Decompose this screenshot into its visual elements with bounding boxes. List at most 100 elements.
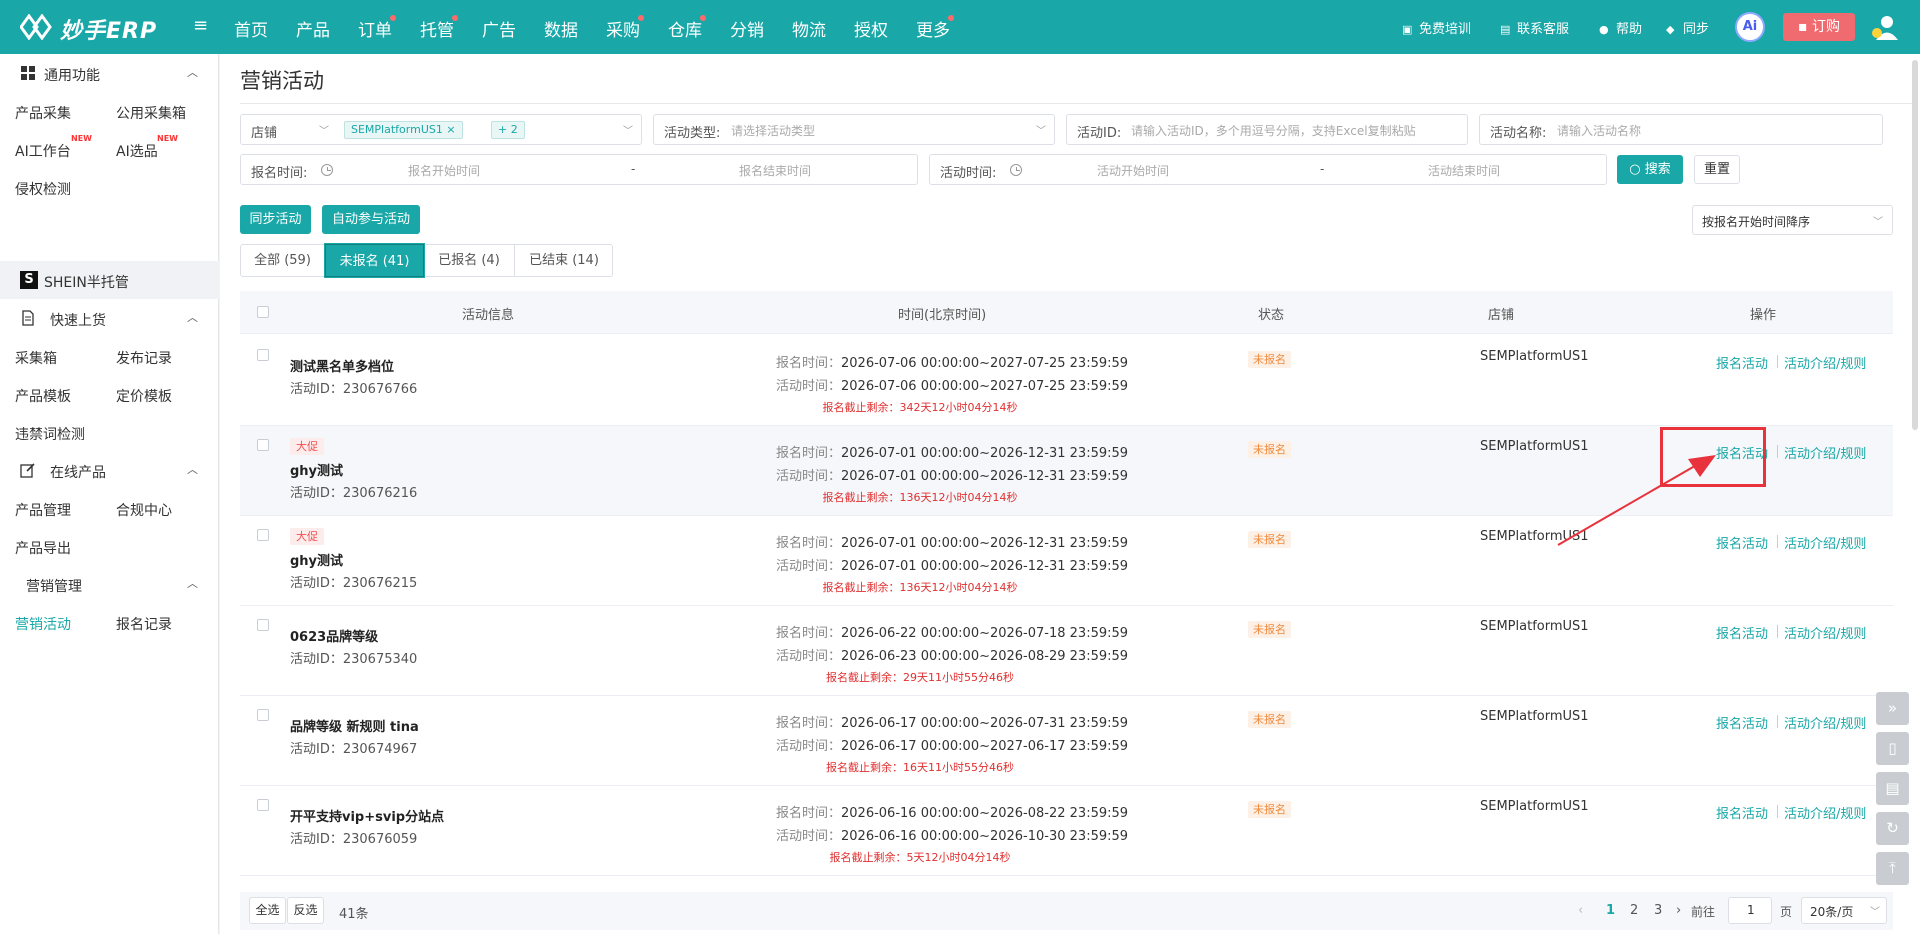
chevron-down-icon: ﹀ bbox=[1036, 126, 1046, 137]
nav-item-9[interactable]: 物流 bbox=[792, 16, 826, 41]
prev-page-icon[interactable]: ‹ bbox=[1578, 903, 1583, 918]
search-button[interactable]: ○ 搜索 bbox=[1617, 155, 1683, 184]
sidebar-group-general[interactable]: 通用功能 ︿ bbox=[0, 54, 219, 92]
row-checkbox[interactable] bbox=[257, 439, 269, 451]
signup-activity-link[interactable]: 报名活动 bbox=[1716, 713, 1768, 732]
sidebar-item-ai-select[interactable]: AI选品 NEW bbox=[116, 134, 178, 161]
clock-icon bbox=[1010, 164, 1022, 176]
activity-rules-link[interactable]: 活动介绍/规则 bbox=[1784, 533, 1866, 552]
sync-link[interactable]: ◆ 同步 bbox=[1666, 18, 1709, 37]
sidebar-item-banned-words[interactable]: 违禁词检测 bbox=[15, 424, 85, 444]
invert-selection-button[interactable]: 反选 bbox=[287, 897, 324, 924]
sidebar-group-quick-upload[interactable]: 快速上货 ︿ bbox=[0, 299, 219, 337]
free-training-link[interactable]: ▣ 免费培训 bbox=[1402, 18, 1471, 37]
signup-activity-link[interactable]: 报名活动 bbox=[1716, 353, 1768, 372]
sidebar-group-online-products[interactable]: 在线产品 ︿ bbox=[0, 451, 219, 489]
signup-time-range[interactable]: 报名时间: 报名开始时间 - 报名结束时间 bbox=[240, 154, 918, 185]
page-size-select[interactable]: 20条/页 ﹀ bbox=[1801, 897, 1887, 924]
pointer-arrow-icon bbox=[1557, 455, 1716, 546]
user-avatar-icon[interactable] bbox=[1871, 13, 1901, 43]
sidebar-item-campaigns[interactable]: 营销活动 bbox=[15, 614, 71, 634]
logo[interactable]: 妙手ERP bbox=[20, 10, 170, 44]
activity-rules-link[interactable]: 活动介绍/规则 bbox=[1784, 623, 1866, 642]
table-row: 测试黑名单多档位 活动ID：230676766 报名时间：2026-07-06 00… bbox=[240, 336, 1893, 426]
logo-text: 妙手ERP bbox=[60, 19, 158, 44]
nav-item-6[interactable]: 采购 bbox=[606, 15, 644, 41]
notes-icon[interactable]: ▤ bbox=[1876, 772, 1909, 805]
nav-item-4[interactable]: 广告 bbox=[482, 16, 516, 41]
activity-name-input[interactable]: 活动名称: 请输入活动名称 bbox=[1479, 114, 1883, 145]
chat-icon: ▤ bbox=[1500, 23, 1511, 36]
mobile-icon[interactable]: ▯ bbox=[1876, 732, 1909, 765]
help-link[interactable]: ● 帮助 bbox=[1599, 18, 1642, 37]
sidebar-item-collect-box[interactable]: 采集箱 bbox=[15, 348, 57, 368]
page-jump-input[interactable]: 1 bbox=[1728, 897, 1772, 924]
activity-id: 活动ID：230676216 bbox=[290, 486, 418, 501]
nav-item-2[interactable]: 订单 bbox=[358, 15, 396, 41]
next-page-icon[interactable]: › bbox=[1676, 903, 1681, 918]
sidebar-item-product-manage[interactable]: 产品管理 bbox=[15, 500, 71, 520]
sidebar-item-product-collect[interactable]: 产品采集 bbox=[15, 103, 71, 123]
shop-select[interactable]: 店铺 ﹀ SEMPlatformUS1 × + 2 ﹀ bbox=[240, 114, 642, 145]
sidebar-item-compliance[interactable]: 合规中心 bbox=[116, 500, 172, 520]
signup-activity-link[interactable]: 报名活动 bbox=[1716, 803, 1768, 822]
tab-not-signed[interactable]: 未报名 (41) bbox=[325, 244, 424, 277]
activity-rules-link[interactable]: 活动介绍/规则 bbox=[1784, 353, 1866, 372]
refresh-icon[interactable]: ↻ bbox=[1876, 812, 1909, 845]
page-2[interactable]: 2 bbox=[1630, 903, 1638, 918]
row-checkbox[interactable] bbox=[257, 349, 269, 361]
nav-item-11[interactable]: 更多 bbox=[916, 15, 954, 41]
sidebar-item-public-collect[interactable]: 公用采集箱 bbox=[116, 103, 186, 123]
nav-item-7[interactable]: 仓库 bbox=[668, 15, 706, 41]
row-checkbox[interactable] bbox=[257, 529, 269, 541]
reset-button[interactable]: 重置 bbox=[1694, 155, 1740, 184]
tab-ended[interactable]: 已结束 (14) bbox=[515, 244, 613, 277]
nav-item-10[interactable]: 授权 bbox=[854, 16, 888, 41]
page-1[interactable]: 1 bbox=[1606, 903, 1615, 918]
activity-time-range[interactable]: 活动时间: 活动开始时间 - 活动结束时间 bbox=[929, 154, 1607, 185]
activity-rules-link[interactable]: 活动介绍/规则 bbox=[1784, 713, 1866, 732]
sort-select[interactable]: 按报名开始时间降序 ﹀ bbox=[1692, 205, 1893, 235]
collapse-icon[interactable]: » bbox=[1876, 692, 1909, 725]
sidebar-item-product-template[interactable]: 产品模板 bbox=[15, 386, 71, 406]
sync-activity-button[interactable]: 同步活动 bbox=[240, 205, 311, 234]
order-button[interactable]: ▪ 订购 bbox=[1783, 13, 1855, 41]
tab-all[interactable]: 全部 (59) bbox=[241, 244, 325, 277]
activity-type-select[interactable]: 活动类型: 请选择活动类型 ﹀ bbox=[653, 114, 1055, 145]
back-to-top-icon[interactable]: ⤒ bbox=[1876, 852, 1909, 885]
scrollbar[interactable] bbox=[1912, 60, 1918, 430]
document-icon bbox=[22, 310, 34, 326]
close-icon[interactable]: × bbox=[446, 123, 455, 136]
nav-item-8[interactable]: 分销 bbox=[730, 16, 764, 41]
shop-tag[interactable]: SEMPlatformUS1 × bbox=[344, 121, 463, 139]
total-count: 41条 bbox=[339, 907, 369, 922]
contact-service-link[interactable]: ▤ 联系客服 bbox=[1500, 18, 1569, 37]
sidebar-item-publish-log[interactable]: 发布记录 bbox=[116, 348, 172, 368]
nav-item-0[interactable]: 首页 bbox=[234, 16, 268, 41]
activity-rules-link[interactable]: 活动介绍/规则 bbox=[1784, 803, 1866, 822]
sidebar-item-product-export[interactable]: 产品导出 bbox=[15, 538, 71, 558]
tab-signed[interactable]: 已报名 (4) bbox=[424, 244, 515, 277]
row-checkbox[interactable] bbox=[257, 799, 269, 811]
remaining-time: 报名截止剩余：5天12小时04分14秒 bbox=[829, 851, 1011, 864]
activity-rules-link[interactable]: 活动介绍/规则 bbox=[1784, 443, 1866, 462]
activity-id-input[interactable]: 活动ID: 请输入活动ID，多个用逗号分隔，支持Excel复制粘贴 bbox=[1066, 114, 1468, 145]
sidebar-item-signup-log[interactable]: 报名记录 bbox=[116, 614, 172, 634]
menu-toggle-icon[interactable]: ≡ bbox=[193, 15, 208, 36]
sidebar-item-ai-workbench[interactable]: AI工作台 NEW bbox=[15, 134, 92, 161]
nav-item-3[interactable]: 托管 bbox=[420, 15, 458, 41]
row-checkbox[interactable] bbox=[257, 619, 269, 631]
nav-item-1[interactable]: 产品 bbox=[296, 16, 330, 41]
sidebar-group-marketing[interactable]: 营销管理 ︿ bbox=[0, 565, 219, 603]
sidebar-item-infringe[interactable]: 侵权检测 bbox=[15, 179, 71, 199]
sidebar-item-price-template[interactable]: 定价模板 bbox=[116, 386, 172, 406]
row-checkbox[interactable] bbox=[257, 709, 269, 721]
select-all-button[interactable]: 全选 bbox=[249, 897, 286, 924]
ai-assistant-button[interactable]: Ai bbox=[1735, 12, 1765, 42]
select-all-checkbox[interactable] bbox=[257, 306, 269, 318]
page-3[interactable]: 3 bbox=[1654, 903, 1662, 918]
nav-item-5[interactable]: 数据 bbox=[544, 16, 578, 41]
signup-activity-link[interactable]: 报名活动 bbox=[1716, 623, 1768, 642]
sidebar-item-shein[interactable]: S SHEIN半托管 bbox=[0, 261, 219, 299]
auto-join-button[interactable]: 自动参与活动 bbox=[322, 205, 420, 234]
